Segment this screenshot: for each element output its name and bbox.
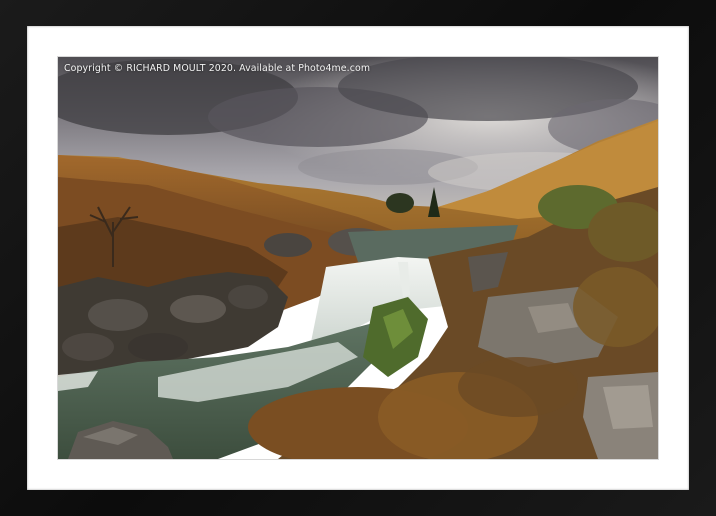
copyright-watermark: Copyright © RICHARD MOULT 2020. Availabl… — [64, 63, 371, 74]
waterfall-landscape-image — [58, 57, 658, 459]
picture-frame: Copyright © RICHARD MOULT 2020. Availabl… — [0, 0, 716, 516]
framed-photo: Copyright © RICHARD MOULT 2020. Availabl… — [58, 57, 658, 459]
